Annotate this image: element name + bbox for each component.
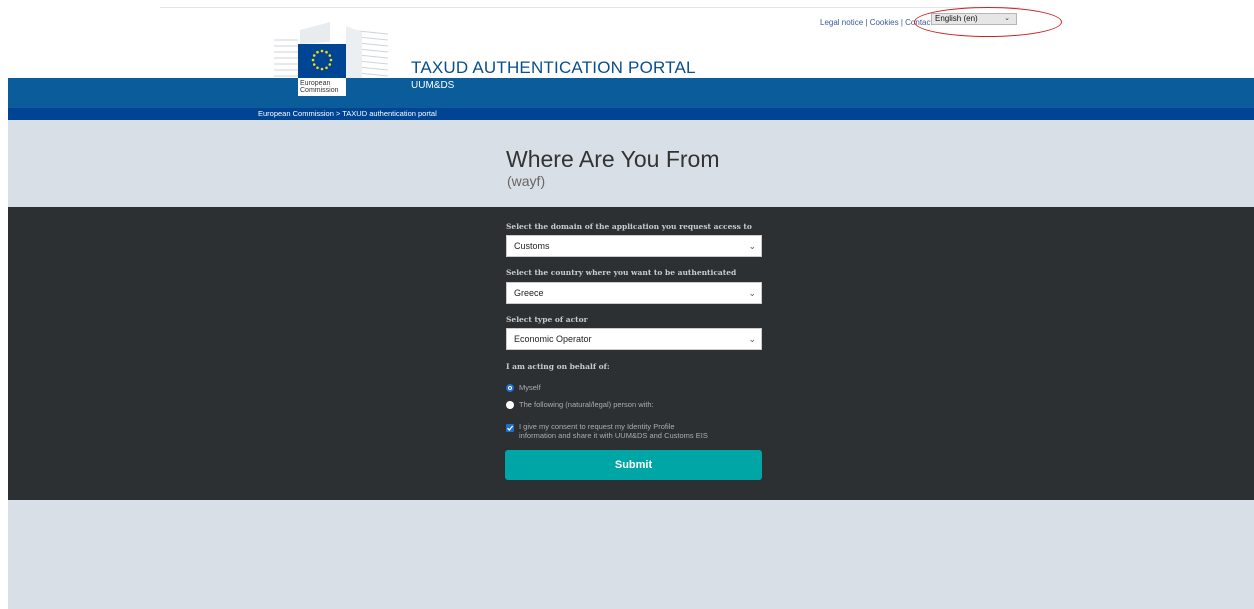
chevron-down-icon: ⌄ (748, 241, 756, 251)
radio-myself[interactable] (506, 384, 514, 392)
chevron-down-icon: ⌄ (748, 288, 756, 298)
portal-title: TAXUD AUTHENTICATION PORTAL (411, 58, 696, 77)
consent-line-2: information and share it with UUM&DS and… (519, 431, 708, 440)
cookies-link[interactable]: Cookies (870, 18, 899, 27)
radio-myself-label: Myself (519, 383, 541, 392)
top-links: Legal notice | Cookies | Contact (820, 18, 933, 27)
footer-area (8, 500, 1254, 609)
domain-select[interactable]: Customs ⌄ (506, 235, 762, 257)
page: Legal notice | Cookies | Contact English… (0, 0, 1254, 609)
chevron-down-icon: ⌄ (1004, 15, 1010, 22)
page-title: Where Are You From (506, 146, 720, 172)
actor-select[interactable]: Economic Operator ⌄ (506, 328, 762, 350)
top-divider (160, 7, 1020, 8)
link-separator: | (900, 18, 903, 27)
country-select-value: Greece (514, 288, 544, 298)
actor-select-value: Economic Operator (514, 334, 592, 344)
legal-notice-link[interactable]: Legal notice (820, 18, 863, 27)
header-band (8, 78, 1254, 108)
domain-select-value: Customs (514, 241, 550, 251)
breadcrumb-band (8, 108, 1254, 120)
language-select[interactable]: English (en) ⌄ (931, 13, 1017, 25)
checkmark-icon (507, 425, 514, 431)
breadcrumb: European Commission > TAXUD authenticati… (258, 109, 437, 118)
contact-link[interactable]: Contact (905, 18, 933, 27)
radio-other-person-label: The following (natural/legal) person wit… (519, 400, 654, 409)
consent-text: I give my consent to request my Identity… (519, 422, 759, 440)
behalf-label: I am acting on behalf of: (506, 362, 610, 371)
link-separator: | (865, 18, 868, 27)
actor-label: Select type of actor (506, 315, 588, 324)
chevron-down-icon: ⌄ (748, 334, 756, 344)
submit-button[interactable]: Submit (505, 450, 762, 480)
language-select-value: English (en) (935, 14, 978, 23)
logo-line-2: Commission (300, 87, 339, 94)
consent-line-1: I give my consent to request my Identity… (519, 422, 675, 431)
logo-line-1: European (300, 80, 331, 87)
page-subtitle: (wayf) (507, 173, 546, 189)
eu-flag-icon (298, 44, 346, 78)
country-label: Select the country where you want to be … (506, 268, 737, 277)
radio-other-person[interactable] (506, 401, 514, 409)
portal-subtitle: UUM&DS (411, 80, 455, 91)
consent-checkbox[interactable] (506, 424, 514, 432)
country-select[interactable]: Greece ⌄ (506, 282, 762, 304)
domain-label: Select the domain of the application you… (506, 222, 752, 231)
european-commission-logo: European Commission (298, 78, 346, 96)
